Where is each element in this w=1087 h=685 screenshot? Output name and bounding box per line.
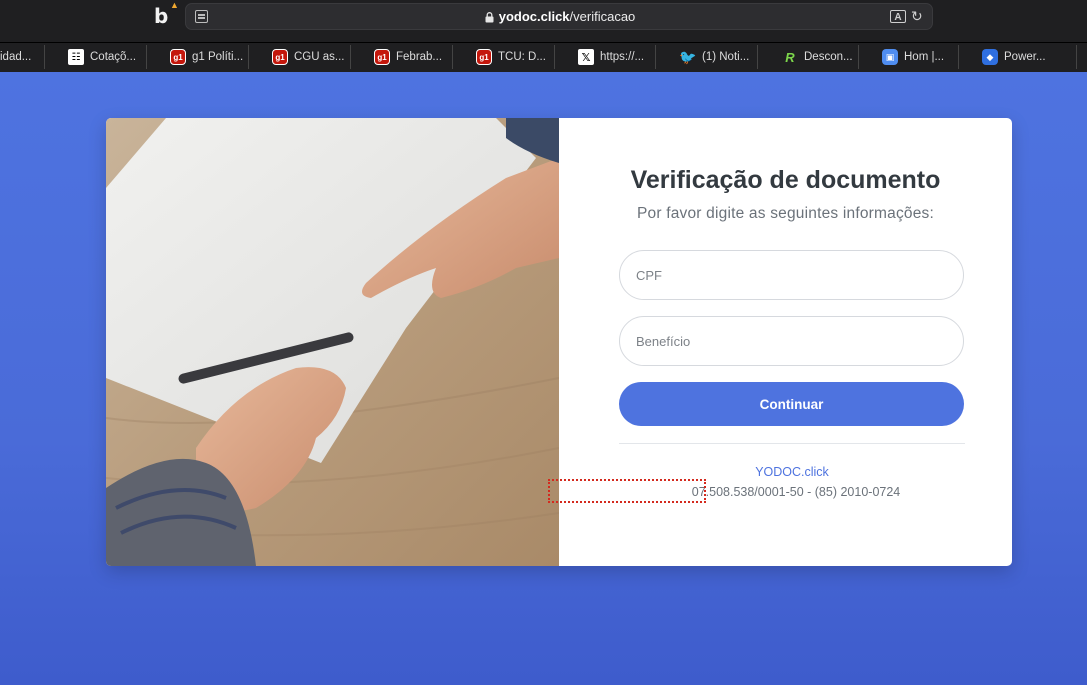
bookmark-separator bbox=[958, 45, 959, 69]
bookmark-label: (1) Noti... bbox=[702, 51, 750, 63]
reload-icon[interactable]: ↻ bbox=[911, 8, 925, 24]
bookmark-label: CGU as... bbox=[294, 51, 345, 63]
bookmark-item[interactable]: ▣ Hom |... bbox=[876, 43, 962, 71]
document-signing-photo bbox=[106, 118, 559, 566]
bookmark-separator bbox=[44, 45, 45, 69]
bookmark-label: Cotaçõ... bbox=[90, 51, 137, 63]
g1-icon: g1 bbox=[374, 49, 390, 65]
page-title: Verificação de documento bbox=[630, 166, 941, 194]
translate-icon[interactable]: A bbox=[890, 10, 906, 23]
bookmark-separator bbox=[1076, 45, 1077, 69]
bookmark-separator bbox=[146, 45, 147, 69]
bookmark-item[interactable]: g1 Febrab... bbox=[368, 43, 454, 71]
bookmarks-bar: idad... ☷ Cotaçõ... g1 g1 Políti... g1 C… bbox=[0, 42, 1087, 70]
bookmark-item[interactable]: g1 TCU: D... bbox=[470, 43, 556, 71]
cotacao-icon: ☷ bbox=[68, 49, 84, 65]
twitter-icon: 🐦 bbox=[679, 48, 697, 65]
bookmark-item[interactable]: R Descon... bbox=[776, 43, 862, 71]
browser-chrome: b ▲ yodoc.click/verificacao A ↻ idad... … bbox=[0, 0, 1087, 72]
bookmark-item[interactable]: ☷ Cotaçõ... bbox=[62, 43, 148, 71]
bookmark-separator bbox=[858, 45, 859, 69]
site-link[interactable]: YODOC.click bbox=[559, 465, 1012, 479]
r-icon: R bbox=[785, 49, 795, 65]
url-display[interactable]: yodoc.click/verificacao bbox=[186, 4, 934, 29]
bookmark-item[interactable]: g1 g1 Políti... bbox=[164, 43, 250, 71]
bookmark-item[interactable]: 🐦 (1) Noti... bbox=[674, 43, 760, 71]
x-icon: 𝕏 bbox=[578, 49, 594, 65]
address-bar[interactable]: yodoc.click/verificacao A ↻ bbox=[185, 3, 933, 30]
company-info: 07.508.538/0001-50 - (85) 2010-0724 bbox=[691, 485, 901, 499]
bookmark-item[interactable]: ◆ Power... bbox=[976, 43, 1072, 71]
bookmark-label: https://... bbox=[600, 51, 645, 63]
bookmark-separator bbox=[350, 45, 351, 69]
bookmark-item[interactable]: g1 CGU as... bbox=[266, 43, 352, 71]
beneficio-input[interactable] bbox=[619, 316, 964, 366]
divider bbox=[619, 443, 965, 444]
bookmark-separator bbox=[452, 45, 453, 69]
url-text: yodoc.click/verificacao bbox=[499, 9, 636, 24]
g1-icon: g1 bbox=[170, 49, 186, 65]
bookmark-label: Descon... bbox=[804, 51, 853, 63]
url-host: yodoc.click bbox=[498, 9, 570, 24]
bookmark-label: TCU: D... bbox=[498, 51, 546, 63]
lock-icon bbox=[485, 12, 494, 23]
bookmark-label: Power... bbox=[1004, 51, 1046, 63]
warning-icon: ▲ bbox=[170, 0, 179, 10]
bookmark-label: Febrab... bbox=[396, 51, 443, 63]
cpf-input[interactable] bbox=[619, 250, 964, 300]
bookmark-label: idad... bbox=[0, 51, 32, 63]
bookmark-separator bbox=[655, 45, 656, 69]
hom-icon: ▣ bbox=[882, 49, 898, 65]
g1-icon: g1 bbox=[476, 49, 492, 65]
verification-card: Verificação de documento Por favor digit… bbox=[106, 118, 1012, 566]
bookmark-label: Hom |... bbox=[904, 51, 945, 63]
bookmark-separator bbox=[554, 45, 555, 69]
g1-icon: g1 bbox=[272, 49, 288, 65]
power-icon: ◆ bbox=[982, 49, 998, 65]
verification-form: Verificação de documento Por favor digit… bbox=[559, 118, 1012, 566]
bookmark-item[interactable]: idad... bbox=[0, 43, 44, 71]
bookmark-label: g1 Políti... bbox=[192, 51, 244, 63]
bookmark-item[interactable]: 𝕏 https://... bbox=[572, 43, 658, 71]
url-path: /verificacao bbox=[569, 9, 636, 24]
form-subtitle: Por favor digite as seguintes informaçõe… bbox=[636, 205, 935, 222]
bookmark-separator bbox=[248, 45, 249, 69]
continue-button[interactable]: Continuar bbox=[619, 382, 964, 426]
address-row: b ▲ yodoc.click/verificacao A ↻ bbox=[0, 0, 1087, 40]
bookmark-separator bbox=[757, 45, 758, 69]
